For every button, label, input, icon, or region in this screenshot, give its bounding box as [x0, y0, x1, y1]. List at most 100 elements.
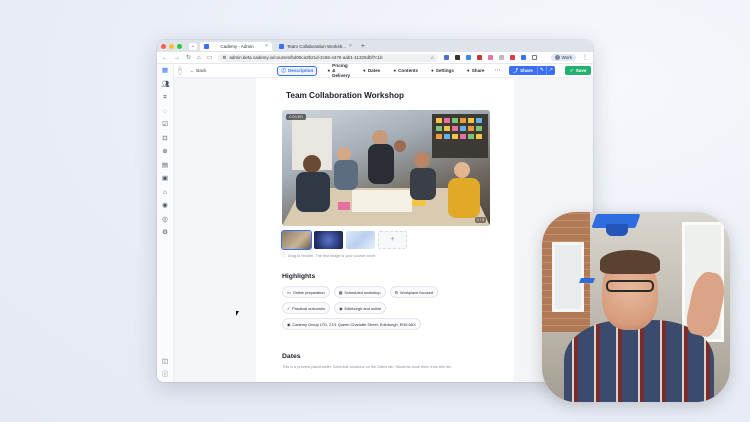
highlight-chip[interactable]: ◉ Edinburgh and online [334, 302, 387, 314]
calendar-icon: ▦ [338, 289, 343, 295]
tab-label: Contents [398, 68, 419, 73]
highlight-chip[interactable]: ▦ Scheduled workshop [333, 286, 386, 298]
new-tab-icon[interactable]: + [361, 43, 365, 50]
location-icon: ◉ [339, 305, 343, 311]
course-tabs: ⓘ Description ● Pricing & Delivery ● Dat… [277, 64, 592, 79]
extension-icon[interactable] [521, 55, 527, 60]
browser-menu-icon[interactable]: ⋮ [582, 54, 588, 61]
thumbnail-image[interactable] [314, 231, 343, 249]
url-text: admin.beta.cademy.io/courses/bd05ca3b21d… [229, 55, 383, 60]
highlight-chip[interactable]: ▭ Online preparation [282, 286, 330, 298]
chart-icon[interactable]: ▤ [162, 162, 169, 169]
share-button[interactable]: ⤴ Share [509, 66, 537, 75]
person-head [372, 130, 388, 146]
tab-description[interactable]: ⓘ Description [277, 65, 318, 76]
share-button-group: ⤴ Share ✎ ↗ [509, 66, 555, 75]
thumbnail-image[interactable] [346, 231, 375, 249]
collapse-sidebar-button[interactable]: › [178, 66, 182, 75]
cover-image[interactable]: COVER 1 / 3 [282, 110, 490, 226]
browser-tab-admin[interactable]: Cademy - Admin × [200, 41, 272, 51]
extension-icon[interactable] [477, 55, 483, 60]
highlight-chip[interactable]: ⚙ Workplace focused [389, 286, 439, 298]
browser-tab-title: Cademy - Admin [220, 43, 254, 49]
course-title[interactable]: Team Collaboration Workshop [286, 91, 514, 100]
person-body [448, 178, 480, 218]
chip-label: Online preparation [292, 289, 325, 295]
extension-icon[interactable] [466, 55, 472, 60]
browser-tab-workshop[interactable]: Team Collaboration Worksh... × [275, 42, 356, 51]
help-icon[interactable]: ⓘ [162, 371, 169, 378]
person-head [454, 162, 470, 178]
rail-bottom: ◫ ⓘ [162, 358, 169, 378]
account-icon[interactable]: ◉ [162, 202, 169, 209]
back-link[interactable]: ← Back [190, 68, 207, 73]
profile-button[interactable]: Work [550, 54, 576, 61]
extension-icon[interactable] [510, 55, 516, 60]
messages-icon[interactable]: ◌ [162, 108, 169, 115]
back-arrow-icon[interactable]: ← [162, 55, 168, 61]
chat-icon[interactable]: ◫ [162, 358, 169, 365]
reload-icon[interactable]: ↻ [186, 54, 191, 61]
site-info-icon[interactable]: ⚙ [222, 55, 226, 61]
reorder-hint-text: Drag to reorder. The first image is your… [287, 253, 377, 258]
course-editor-document: Team Collaboration Workshop COVER 1 / 3 … [256, 78, 514, 382]
highlight-chip[interactable]: ◉ Cademy Group LTD, 27/1 Queen Charlotte… [282, 318, 421, 330]
list-icon: ● [393, 68, 397, 73]
forward-arrow-icon[interactable]: → [174, 55, 180, 61]
thumbnail-image[interactable] [281, 230, 312, 250]
extension-icon[interactable] [455, 55, 461, 60]
back-arrow-icon: ← [189, 68, 195, 73]
users-icon[interactable]: 👥︎ [162, 81, 170, 88]
cart-icon[interactable]: ⊡ [162, 135, 169, 142]
extension-icon[interactable] [499, 55, 505, 60]
extension-icon[interactable] [488, 55, 494, 60]
bank-icon[interactable]: ⌂ [162, 189, 169, 196]
extension-icon[interactable] [444, 55, 450, 60]
cover-photo-illustration [282, 114, 490, 226]
tab-pricing-delivery[interactable]: ● Pricing & Delivery [324, 64, 353, 79]
open-external-icon[interactable]: ↗ [545, 66, 555, 75]
person-head [303, 155, 321, 173]
profile-label: Work [561, 55, 572, 60]
close-window-button[interactable] [161, 43, 166, 49]
tasks-icon[interactable]: ☑ [162, 121, 169, 128]
verified-icon[interactable]: ◎ [162, 216, 169, 223]
tab-list-chevron-icon[interactable]: ⌄ [189, 42, 197, 50]
tab-contents[interactable]: ● Contents [390, 67, 421, 74]
back-label: Back [196, 68, 207, 73]
dashboard-icon[interactable]: ▦ [162, 67, 169, 74]
tab-settings[interactable]: ● Settings [428, 67, 457, 74]
sidebar-toggle-icon[interactable]: ▭ [207, 54, 213, 61]
highlight-chip[interactable]: ✓ Practical outcomes [282, 302, 331, 314]
tab-label: Dates [367, 68, 381, 73]
save-button-label: Save [575, 68, 587, 73]
analytics-icon[interactable]: ⌗ [162, 94, 169, 101]
maximize-window-button[interactable] [177, 43, 182, 49]
location-icon: ◉ [287, 321, 291, 327]
close-tab-icon[interactable]: × [265, 43, 268, 49]
browser-tab-title: Team Collaboration Worksh... [287, 43, 346, 49]
save-button[interactable]: ✓ Save [564, 66, 592, 75]
add-image-button[interactable]: + [378, 231, 407, 249]
close-tab-icon[interactable]: × [349, 43, 352, 49]
info-icon: ⓘ [282, 253, 286, 257]
person-head [337, 147, 351, 161]
favicon-icon [279, 43, 284, 49]
laptop-icon: ▭ [287, 289, 291, 295]
edit-link-icon[interactable]: ✎ [536, 66, 546, 75]
address-bar[interactable]: ⚙ admin.beta.cademy.io/courses/bd05ca3b2… [218, 53, 439, 62]
check-icon: ✓ [569, 67, 574, 73]
tab-dates[interactable]: ● Dates [360, 67, 383, 74]
tab-share[interactable]: ● Share [464, 67, 488, 74]
bookmark-star-icon[interactable]: ☆ [430, 55, 434, 61]
extensions-puzzle-icon[interactable] [532, 55, 538, 60]
main-panel: › ← Back ⓘ Description ● Pricing & Deliv… [174, 64, 593, 382]
add-user-icon[interactable]: ⊕ [162, 148, 169, 155]
minimize-window-button[interactable] [169, 43, 174, 49]
dates-heading: Dates [282, 353, 301, 360]
person-head [414, 152, 430, 168]
settings-icon[interactable]: ⚙ [162, 229, 169, 236]
courses-icon[interactable]: ▣ [162, 175, 169, 182]
more-options-icon[interactable]: ⋯ [494, 67, 500, 74]
home-icon[interactable]: ⌂ [197, 55, 201, 61]
